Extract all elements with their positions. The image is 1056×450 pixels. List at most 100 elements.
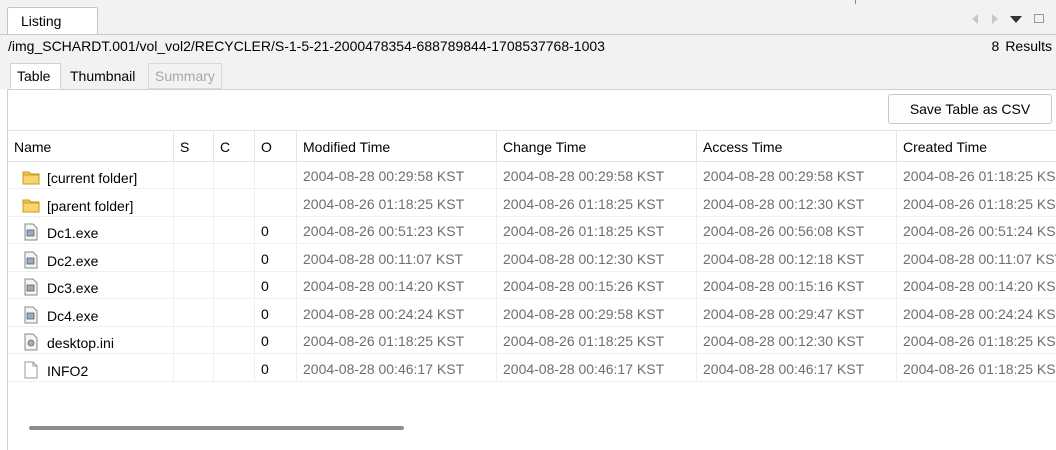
tab-summary[interactable]: Summary xyxy=(148,63,222,89)
created-time-cell: 2004-08-26 01:18:25 KST xyxy=(903,333,1056,349)
table-row[interactable]: INFO2 0 2004-08-28 00:46:17 KST 2004-08-28 … xyxy=(8,354,1056,382)
change-time-cell: 2004-08-28 00:12:30 KST xyxy=(497,244,697,272)
file-name: [current folder] xyxy=(47,170,138,186)
change-time-cell: 2004-08-26 01:18:25 KST xyxy=(497,189,697,217)
executable-file-icon xyxy=(22,223,40,241)
o-cell: 0 xyxy=(255,327,297,354)
c-cell xyxy=(214,217,255,244)
column-header-change-time[interactable]: Change Time xyxy=(497,131,697,162)
dropdown-menu-icon[interactable] xyxy=(1009,10,1023,28)
column-header-c[interactable]: C xyxy=(214,131,255,162)
column-header-name[interactable]: Name xyxy=(8,131,174,162)
results-count: 8 Results xyxy=(992,38,1052,54)
folder-icon xyxy=(22,168,40,186)
access-time-cell: 2004-08-28 00:12:18 KST xyxy=(697,244,897,272)
name-cell: [parent folder] xyxy=(8,189,174,217)
access-time-cell: 2004-08-26 00:56:08 KST xyxy=(697,217,897,244)
size-cell xyxy=(174,189,214,217)
name-cell: Dc3.exe xyxy=(8,272,174,299)
maximize-icon[interactable] xyxy=(1033,10,1045,28)
created-time-cell: 2004-08-28 00:24:24 KST xyxy=(903,305,1056,322)
o-cell: 0 xyxy=(255,244,297,272)
o-cell: 0 xyxy=(255,217,297,244)
created-time-cell: 2004-08-26 00:51:24 KST xyxy=(903,223,1056,239)
executable-file-icon xyxy=(22,278,40,296)
change-time-cell: 2004-08-28 00:29:58 KST xyxy=(497,162,697,189)
o-cell: 0 xyxy=(255,272,297,299)
created-time-cell: 2004-08-26 01:18:25 KST xyxy=(903,360,1056,377)
current-path: /img_SCHARDT.001/vol_vol2/RECYCLER/S-1-5… xyxy=(8,38,605,54)
column-header-o[interactable]: O xyxy=(255,131,297,162)
table-row[interactable]: Dc2.exe 0 2004-08-28 00:11:07 KST 2004-08-2… xyxy=(8,244,1056,272)
column-header-modified-time[interactable]: Modified Time xyxy=(297,131,497,162)
modified-time-cell: 2004-08-26 01:18:25 KST xyxy=(297,327,497,354)
file-name: Dc3.exe xyxy=(47,280,99,296)
table-row[interactable]: desktop.ini 0 2004-08-26 01:18:25 KST 2004-… xyxy=(8,327,1056,354)
modified-time-cell: 2004-08-26 01:18:25 KST xyxy=(297,189,497,217)
table-header: Name S C O Modified Time Change Time Acc… xyxy=(8,130,1056,162)
horizontal-scrollbar-thumb[interactable] xyxy=(29,426,404,430)
nav-back-icon[interactable] xyxy=(969,10,981,28)
file-name: INFO2 xyxy=(47,362,89,379)
table-row[interactable]: [parent folder] 2004-08-26 01:18:25 KST 20… xyxy=(8,189,1056,217)
size-cell xyxy=(174,327,214,354)
tab-thumbnail[interactable]: Thumbnail xyxy=(63,63,147,89)
o-cell xyxy=(255,162,297,189)
change-time-cell: 2004-08-26 01:18:25 KST xyxy=(497,217,697,244)
size-cell xyxy=(174,299,214,327)
results-label: Results xyxy=(1005,38,1052,54)
created-time-cell: 2004-08-26 01:18:25 KST xyxy=(903,168,1056,184)
c-cell xyxy=(214,327,255,354)
table-row[interactable]: [current folder] 2004-08-28 00:29:58 KST 2… xyxy=(8,162,1056,189)
o-cell xyxy=(255,189,297,217)
modified-time-cell: 2004-08-26 00:51:23 KST xyxy=(297,217,497,244)
o-cell: 0 xyxy=(255,354,297,382)
blank-file-icon xyxy=(22,361,40,379)
top-tab-bar: Listing xyxy=(0,0,1056,35)
table-row[interactable]: Dc1.exe 0 2004-08-26 00:51:23 KST 2004-08-2… xyxy=(8,217,1056,244)
file-name: Dc2.exe xyxy=(47,252,99,269)
file-name: desktop.ini xyxy=(47,335,114,351)
column-header-s[interactable]: S xyxy=(174,131,214,162)
save-table-csv-button[interactable]: Save Table as CSV xyxy=(888,94,1052,124)
modified-time-cell: 2004-08-28 00:11:07 KST xyxy=(297,244,497,272)
access-time-cell: 2004-08-28 00:12:30 KST xyxy=(697,327,897,354)
nav-forward-icon[interactable] xyxy=(989,10,1001,28)
results-number: 8 xyxy=(991,38,1000,54)
change-time-cell: 2004-08-28 00:15:26 KST xyxy=(497,272,697,299)
size-cell xyxy=(174,217,214,244)
executable-file-icon xyxy=(22,251,40,269)
name-cell: INFO2 xyxy=(8,354,174,382)
table-row[interactable]: Dc4.exe 0 2004-08-28 00:24:24 KST 2004-08-2… xyxy=(8,299,1056,327)
settings-file-icon xyxy=(22,333,40,351)
name-cell: Dc4.exe xyxy=(8,299,174,327)
c-cell xyxy=(214,244,255,272)
access-time-cell: 2004-08-28 00:46:17 KST xyxy=(697,354,897,382)
divider xyxy=(855,0,856,4)
executable-file-icon xyxy=(22,306,40,324)
size-cell xyxy=(174,244,214,272)
column-header-created-time[interactable]: Created Time xyxy=(897,131,1056,162)
size-cell xyxy=(174,272,214,299)
created-time-cell: 2004-08-28 00:11:07 KST xyxy=(903,250,1056,267)
size-cell xyxy=(174,354,214,382)
c-cell xyxy=(214,162,255,189)
name-cell: [current folder] xyxy=(8,162,174,189)
created-time-cell: 2004-08-28 00:14:20 KST xyxy=(903,278,1056,294)
file-name: [parent folder] xyxy=(47,197,134,214)
folder-icon xyxy=(22,196,40,214)
o-cell: 0 xyxy=(255,299,297,327)
modified-time-cell: 2004-08-28 00:24:24 KST xyxy=(297,299,497,327)
size-cell xyxy=(174,162,214,189)
name-cell: Dc1.exe xyxy=(8,217,174,244)
view-tab-strip: Table Thumbnail Summary xyxy=(0,61,1056,89)
table-row[interactable]: Dc3.exe 0 2004-08-28 00:14:20 KST 2004-08-2… xyxy=(8,272,1056,299)
name-cell: Dc2.exe xyxy=(8,244,174,272)
c-cell xyxy=(214,189,255,217)
access-time-cell: 2004-08-28 00:12:30 KST xyxy=(697,189,897,217)
tab-listing[interactable]: Listing xyxy=(7,7,98,35)
change-time-cell: 2004-08-28 00:46:17 KST xyxy=(497,354,697,382)
access-time-cell: 2004-08-28 00:29:47 KST xyxy=(697,299,897,327)
column-header-access-time[interactable]: Access Time xyxy=(697,131,897,162)
tab-table[interactable]: Table xyxy=(10,63,61,89)
